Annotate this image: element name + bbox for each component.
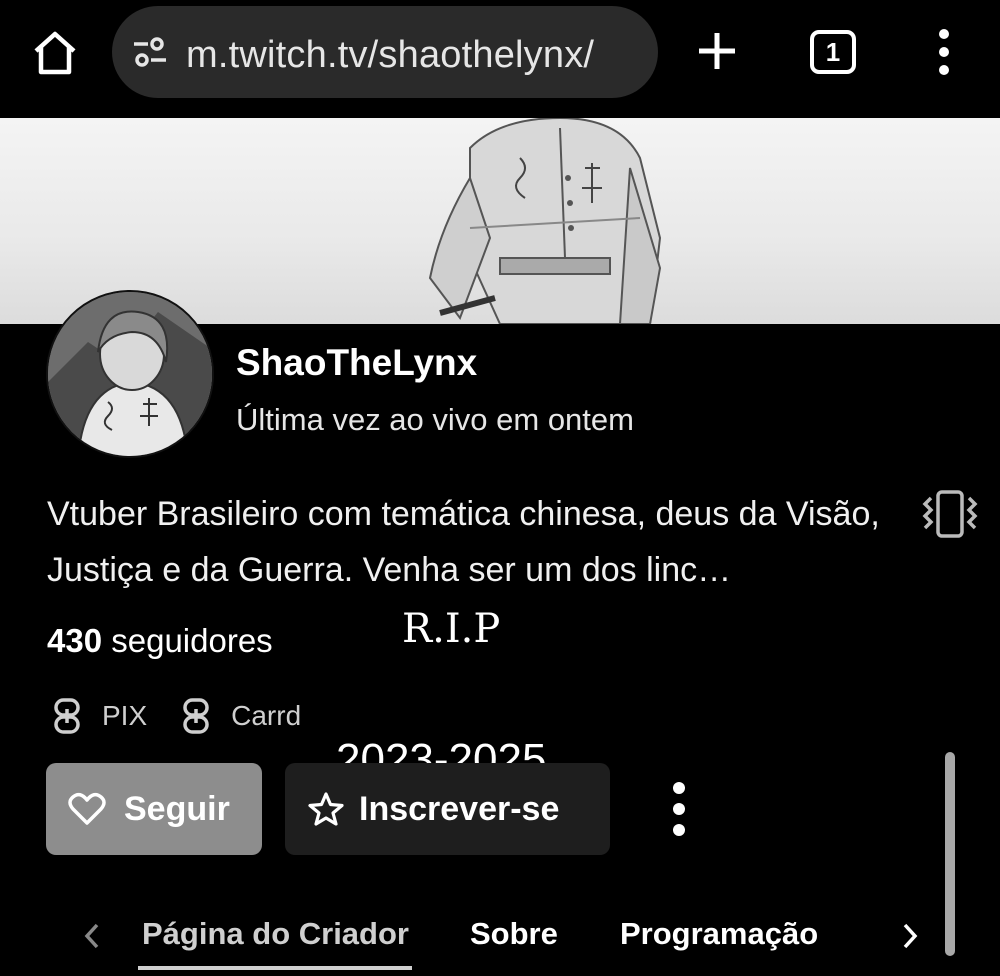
rip-overlay-text: R.I.P bbox=[402, 606, 501, 652]
link-carrd[interactable]: Carrd bbox=[181, 696, 301, 736]
star-icon bbox=[308, 792, 344, 826]
followers-count: 430 seguidores bbox=[47, 622, 273, 660]
home-icon[interactable] bbox=[30, 28, 80, 78]
chevron-left-icon[interactable] bbox=[80, 920, 104, 952]
avatar[interactable] bbox=[46, 290, 214, 458]
last-live-status: Última vez ao vivo em ontem bbox=[236, 402, 634, 437]
link-icon bbox=[54, 698, 80, 734]
kebab-menu-icon[interactable] bbox=[930, 28, 958, 76]
subscribe-label[interactable]: Inscrever-se bbox=[359, 790, 559, 829]
tab-creator-page[interactable]: Página do Criador bbox=[142, 916, 409, 952]
tune-icon[interactable] bbox=[132, 36, 168, 68]
vibrate-icon[interactable] bbox=[920, 488, 980, 540]
link-icon bbox=[183, 698, 209, 734]
channel-tabs: Página do Criador Sobre Programação bbox=[0, 900, 1000, 976]
followers-label: seguidores bbox=[111, 622, 273, 659]
channel-name: ShaoTheLynx bbox=[236, 342, 478, 383]
follow-button[interactable]: Seguir bbox=[46, 763, 262, 855]
tab-switcher-button[interactable]: 1 bbox=[810, 30, 856, 74]
link-label[interactable]: PIX bbox=[102, 700, 147, 732]
subscribe-button[interactable]: Inscrever-se bbox=[285, 763, 610, 855]
browser-toolbar: m.twitch.tv/shaothelynx/ 1 bbox=[0, 0, 1000, 116]
scrollbar[interactable] bbox=[945, 752, 955, 956]
plus-icon[interactable] bbox=[696, 30, 738, 72]
heart-icon bbox=[68, 792, 106, 825]
tab-schedule[interactable]: Programação bbox=[620, 916, 818, 952]
link-label[interactable]: Carrd bbox=[231, 700, 301, 732]
followers-number: 430 bbox=[47, 622, 103, 659]
chevron-right-icon[interactable] bbox=[898, 920, 922, 952]
link-pix[interactable]: PIX bbox=[52, 696, 147, 736]
more-options-icon[interactable] bbox=[660, 780, 698, 838]
channel-bio[interactable]: Vtuber Brasileiro com temática chinesa, … bbox=[47, 486, 927, 598]
follow-label[interactable]: Seguir bbox=[124, 790, 230, 829]
url-bar[interactable]: m.twitch.tv/shaothelynx/ bbox=[112, 6, 658, 98]
url-text[interactable]: m.twitch.tv/shaothelynx/ bbox=[186, 34, 594, 77]
tab-about[interactable]: Sobre bbox=[470, 916, 558, 952]
channel-links: PIX Carrd bbox=[52, 696, 301, 736]
active-tab-indicator bbox=[138, 966, 412, 970]
